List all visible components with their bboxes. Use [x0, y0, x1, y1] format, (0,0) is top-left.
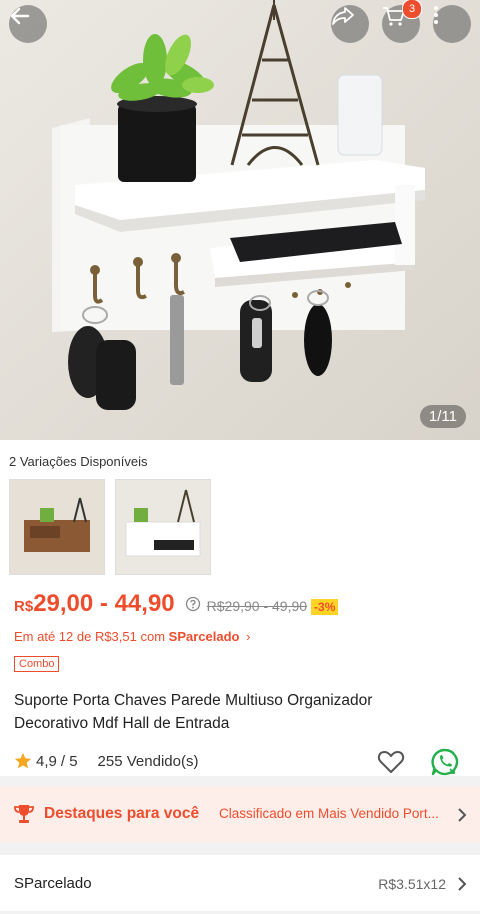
- installments-link[interactable]: Em até 12 de R$3,51 com SParcelado ›: [14, 629, 250, 644]
- share-icon: [332, 7, 354, 25]
- product-photo: [0, 0, 480, 440]
- price-row: R$29,00 - 44,90 R$29,90 - 49,90 -3%: [14, 590, 339, 618]
- rating-row: 4,9 / 5 255 Vendido(s): [14, 752, 198, 770]
- sparcelado-value: R$3.51x12: [378, 876, 446, 892]
- sold-count: 255 Vendido(s): [97, 752, 199, 770]
- share-button[interactable]: [331, 5, 369, 43]
- variation-thumb-wood[interactable]: [9, 479, 105, 575]
- variations-label: 2 Variações Disponíveis: [9, 454, 148, 469]
- rating-score: 4,9: [36, 752, 57, 770]
- image-counter: 1/11: [419, 405, 466, 428]
- highlights-value: Classificado em Mais Vendido Port...: [219, 806, 439, 821]
- product-image-carousel[interactable]: 3 1/11: [0, 0, 480, 440]
- variation-thumb-white[interactable]: [115, 479, 211, 575]
- chevron-right-icon: [458, 877, 467, 891]
- variation-image: [116, 480, 210, 574]
- cart-count-badge: 3: [402, 0, 422, 19]
- highlights-label: Destaques para você: [44, 805, 200, 822]
- discount-badge: -3%: [311, 599, 339, 615]
- chevron-right-icon: [458, 808, 467, 822]
- variation-image: [10, 480, 104, 574]
- more-icon: [434, 6, 438, 24]
- rating-max: / 5: [60, 752, 78, 770]
- combo-tag: Combo: [14, 656, 60, 672]
- whatsapp-icon[interactable]: [430, 747, 460, 777]
- sparcelado-label: SParcelado: [14, 875, 92, 892]
- star-icon: [14, 752, 32, 769]
- chevron-right-icon: ›: [246, 629, 251, 644]
- price-range: 29,00 - 44,90: [33, 590, 175, 617]
- installments-text: Em até 12 de R$3,51 com: [14, 629, 169, 644]
- cart-button[interactable]: 3: [382, 0, 422, 43]
- sparcelado-row[interactable]: SParcelado R$3.51x12: [0, 855, 480, 911]
- original-price: R$29,90 - 49,90: [206, 598, 308, 614]
- more-options-button[interactable]: [433, 5, 471, 43]
- back-button[interactable]: [9, 5, 47, 43]
- help-icon[interactable]: [185, 596, 201, 612]
- back-arrow-icon: [10, 7, 30, 25]
- currency: R$: [14, 598, 34, 615]
- highlights-row[interactable]: Destaques para você Classificado em Mais…: [0, 786, 480, 842]
- installments-brand: SParcelado: [168, 629, 240, 644]
- product-title: Suporte Porta Chaves Parede Multiuso Org…: [14, 692, 373, 732]
- price: R$29,00 - 44,90: [14, 590, 175, 618]
- trophy-icon: [14, 805, 34, 823]
- heart-icon[interactable]: [377, 749, 405, 775]
